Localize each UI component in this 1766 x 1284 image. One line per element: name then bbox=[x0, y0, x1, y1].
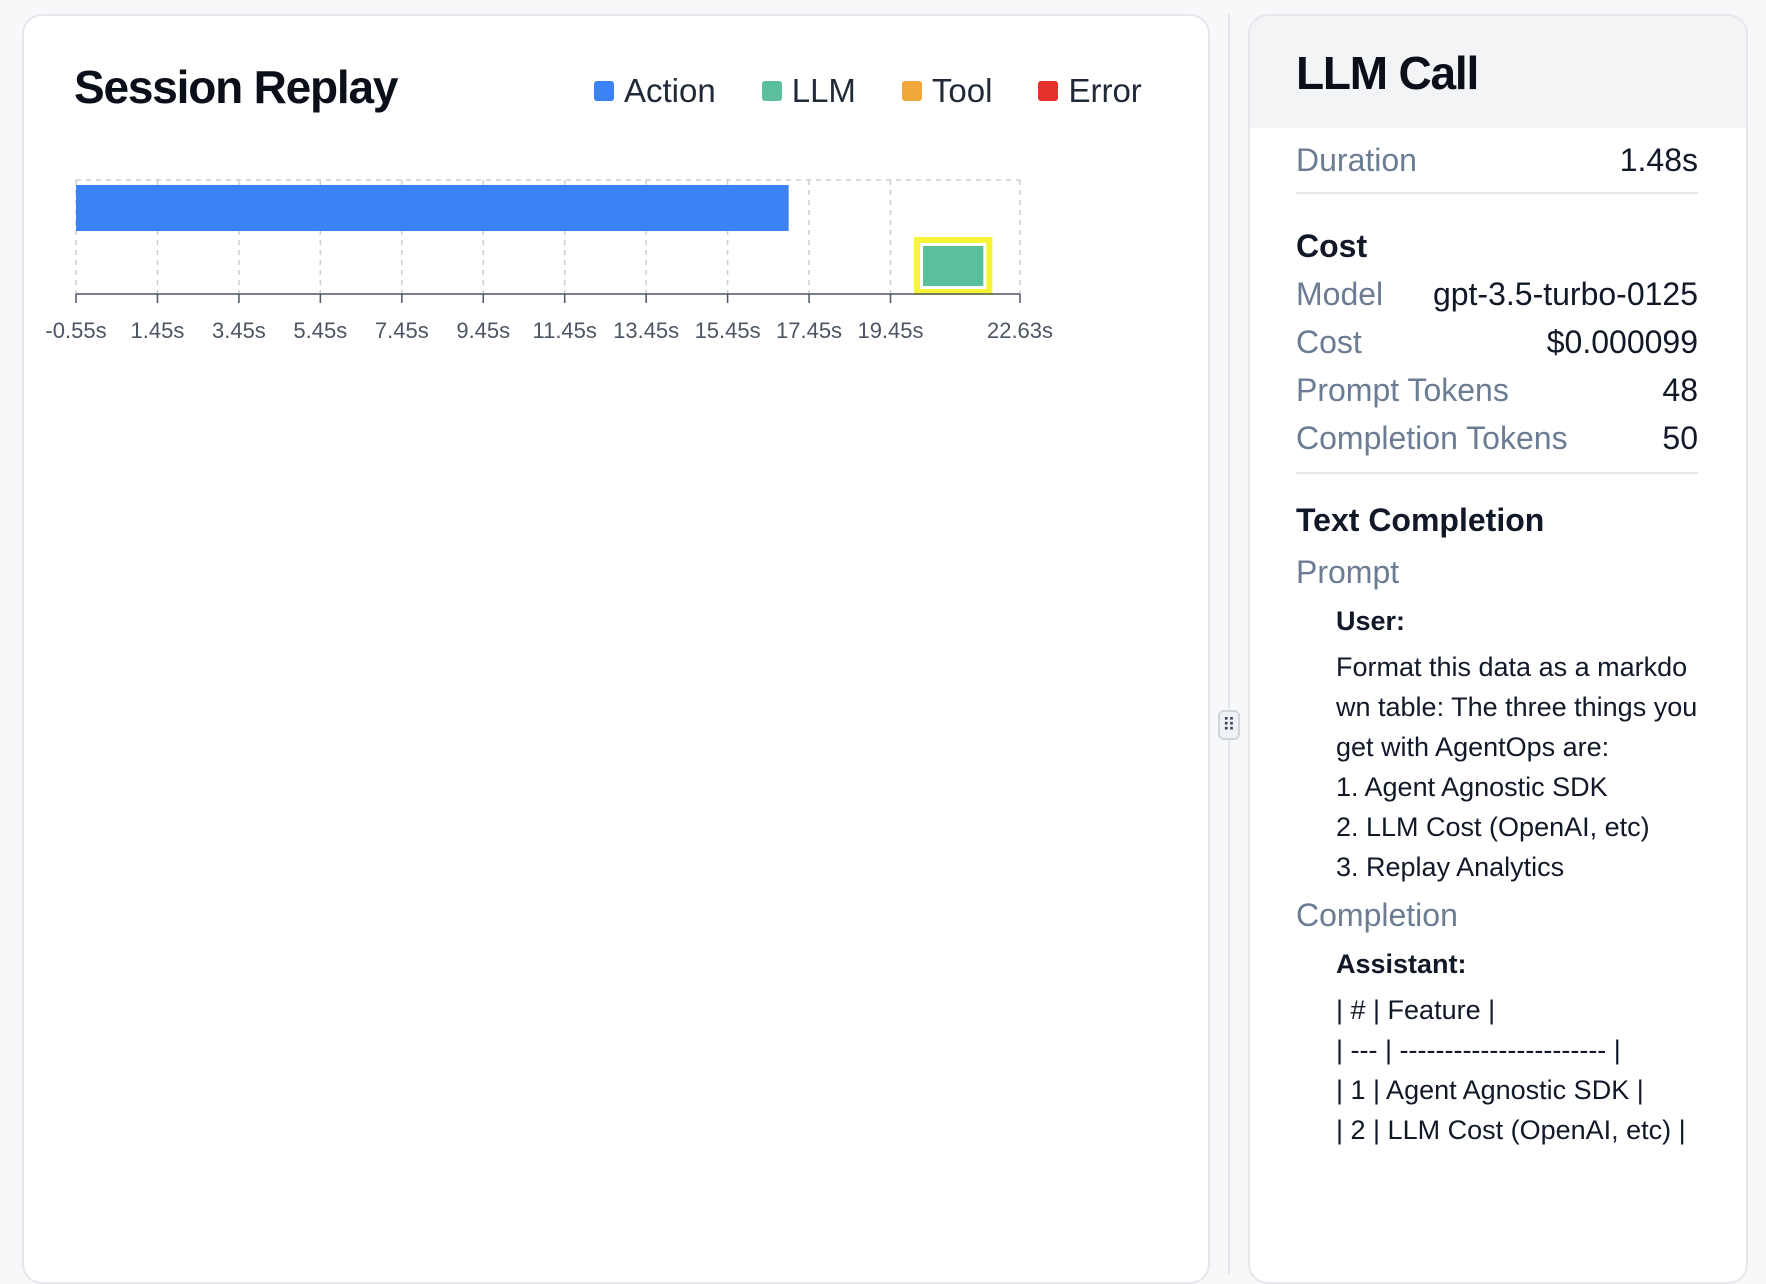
cost-row: Cost $0.000099 bbox=[1296, 318, 1698, 366]
model-row: Model gpt-3.5-turbo-0125 bbox=[1296, 270, 1698, 318]
llm-call-details-panel: LLM Call Duration 1.48s Cost Model gpt-3… bbox=[1248, 14, 1748, 1284]
chart-x-axis: -0.55s 1.45s 3.45s 5.45s 7.45s 9.45s 11.45s 13.… bbox=[45, 293, 1053, 343]
prompt-tokens-label: Prompt Tokens bbox=[1296, 371, 1509, 408]
x-tick-label: 13.45s bbox=[613, 318, 679, 343]
x-tick-label: 9.45s bbox=[456, 318, 510, 343]
completion-tokens-label: Completion Tokens bbox=[1296, 419, 1568, 456]
text-completion-heading: Text Completion bbox=[1296, 501, 1545, 538]
prompt-tokens-value: 48 bbox=[1662, 371, 1698, 408]
details-header: LLM Call bbox=[1250, 16, 1746, 128]
cost-value: $0.000099 bbox=[1546, 323, 1698, 360]
x-tick-label: 1.45s bbox=[131, 318, 185, 343]
x-tick-label: 11.45s bbox=[532, 318, 596, 343]
divider-line bbox=[1296, 472, 1698, 474]
x-tick-label: 7.45s bbox=[375, 318, 429, 343]
resize-handle-icon[interactable]: ⠿ bbox=[1218, 710, 1240, 740]
completion-message: Assistant: | # | Feature | | --- | -----… bbox=[1296, 949, 1698, 1150]
x-tick-label: 19.45s bbox=[857, 318, 923, 343]
prompt-role: User: bbox=[1336, 606, 1406, 636]
cost-heading: Cost bbox=[1296, 227, 1368, 264]
details-title: LLM Call bbox=[1296, 47, 1479, 99]
completion-text: | # | Feature | | --- | ----------------… bbox=[1336, 995, 1686, 1145]
x-tick-label: 3.45s bbox=[212, 318, 266, 343]
completion-role: Assistant: bbox=[1336, 949, 1467, 979]
x-tick-label: 15.45s bbox=[695, 318, 761, 343]
completion-tokens-value: 50 bbox=[1662, 419, 1698, 456]
duration-label: Duration bbox=[1296, 141, 1417, 178]
timeline-bar-llm[interactable] bbox=[923, 246, 984, 286]
timeline-bar-action[interactable] bbox=[76, 185, 789, 231]
model-label: Model bbox=[1296, 275, 1384, 312]
details-body: Duration 1.48s Cost Model gpt-3.5-turbo-… bbox=[1296, 128, 1698, 1150]
duration-row: Duration 1.48s bbox=[1296, 128, 1698, 192]
prompt-tokens-row: Prompt Tokens 48 bbox=[1296, 366, 1698, 414]
completion-label: Completion bbox=[1296, 896, 1458, 933]
prompt-text: Format this data as a markdown table: Th… bbox=[1336, 652, 1698, 882]
x-tick-label: -0.55s bbox=[45, 318, 106, 343]
prompt-label: Prompt bbox=[1296, 553, 1400, 590]
chart-bars bbox=[76, 185, 993, 295]
timeline-chart: -0.55s 1.45s 3.45s 5.45s 7.45s 9.45s 11.45s 13.… bbox=[45, 179, 1053, 343]
duration-value: 1.48s bbox=[1619, 141, 1698, 178]
cost-label: Cost bbox=[1296, 323, 1362, 360]
model-value: gpt-3.5-turbo-0125 bbox=[1432, 275, 1698, 312]
x-tick-label: 22.63s bbox=[987, 318, 1053, 343]
x-tick-label: 5.45s bbox=[293, 318, 347, 343]
panel-divider bbox=[1228, 14, 1230, 1274]
divider-line bbox=[1296, 192, 1698, 194]
session-replay-panel: Session Replay Action LLM Tool Error -0.… bbox=[22, 14, 1210, 1284]
completion-tokens-row: Completion Tokens 50 bbox=[1296, 414, 1698, 462]
x-tick-label: 17.45s bbox=[776, 318, 842, 343]
prompt-message: User: Format this data as a markdown tab… bbox=[1296, 606, 1698, 887]
